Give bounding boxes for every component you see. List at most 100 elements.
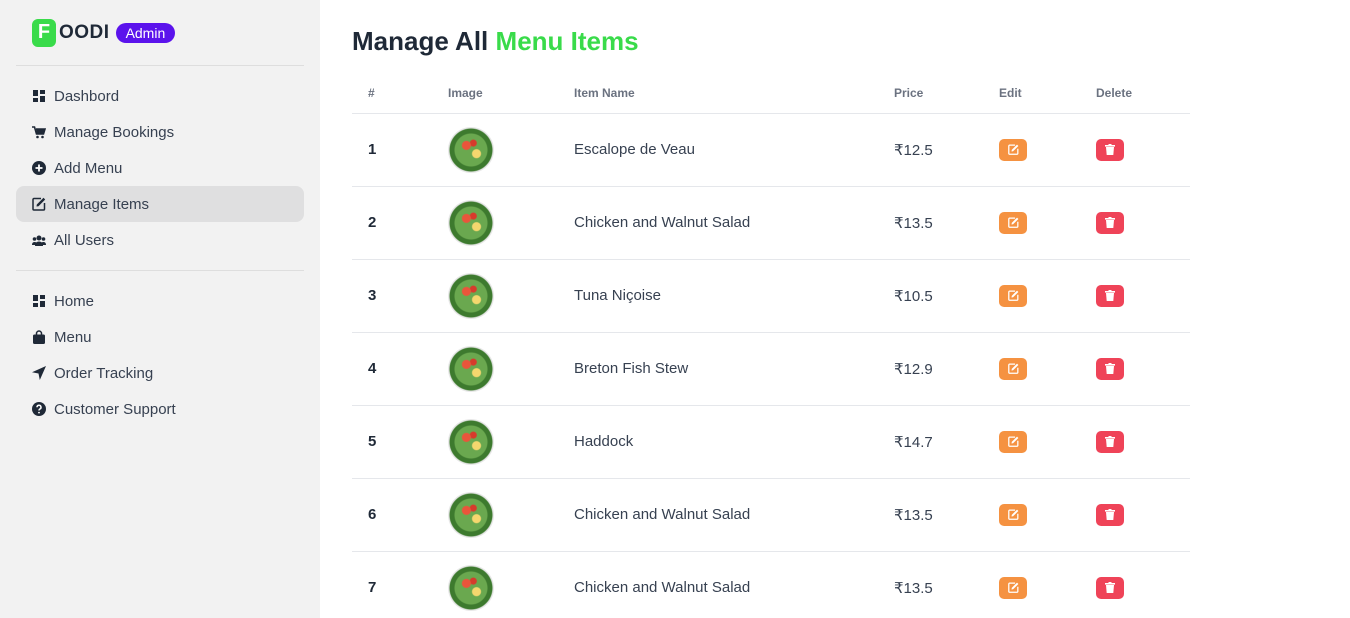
edit-button[interactable] <box>999 284 1027 307</box>
item-name: Tuna Niçoise <box>574 259 894 333</box>
cart-icon <box>32 125 46 139</box>
bag-icon <box>32 330 46 344</box>
sidebar-item-label: Manage Bookings <box>54 123 175 141</box>
sidebar-item-dashboard[interactable]: Dashbord <box>16 78 304 114</box>
sidebar-item-manage-items[interactable]: Manage Items <box>16 186 304 222</box>
brand[interactable]: F OODI Admin <box>16 0 304 66</box>
edit-button[interactable] <box>999 576 1027 599</box>
sidebar-item-label: Menu <box>54 328 92 346</box>
table-row: 3 Tuna Niçoise ₹10.5 <box>352 259 1190 333</box>
sidebar-item-home[interactable]: Home <box>16 283 304 319</box>
edit-button[interactable] <box>999 211 1027 234</box>
item-price: ₹12.5 <box>894 113 999 187</box>
trash-icon <box>1105 509 1115 520</box>
plus-circle-icon <box>32 161 46 175</box>
row-number: 4 <box>352 332 448 406</box>
admin-badge: Admin <box>115 22 176 43</box>
edit-button[interactable] <box>999 430 1027 453</box>
row-number: 3 <box>352 259 448 333</box>
edit-icon <box>1007 217 1018 228</box>
item-price: ₹10.5 <box>894 259 999 333</box>
delete-button[interactable] <box>1096 211 1124 234</box>
sidebar-item-manage-bookings[interactable]: Manage Bookings <box>16 114 304 150</box>
delete-button[interactable] <box>1096 576 1124 599</box>
item-name: Breton Fish Stew <box>574 332 894 406</box>
edit-icon <box>1007 436 1018 447</box>
edit-icon <box>32 197 46 211</box>
table-row: 7 Chicken and Walnut Salad ₹13.5 <box>352 551 1190 618</box>
dashboard-icon <box>32 294 46 308</box>
users-icon <box>32 233 46 247</box>
sidebar-item-customer-support[interactable]: Customer Support <box>16 391 304 427</box>
page-title: Manage All Menu Items <box>352 26 1192 57</box>
edit-icon <box>1007 290 1018 301</box>
item-name: Escalope de Veau <box>574 113 894 187</box>
column-header-item-name: Item Name <box>574 73 894 114</box>
edit-button[interactable] <box>999 357 1027 380</box>
sidebar-item-all-users[interactable]: All Users <box>16 222 304 258</box>
delete-button[interactable] <box>1096 138 1124 161</box>
item-name: Chicken and Walnut Salad <box>574 186 894 260</box>
item-name: Chicken and Walnut Salad <box>574 478 894 552</box>
food-thumbnail <box>448 272 494 319</box>
page-title-accent: Menu Items <box>495 26 639 56</box>
delete-button[interactable] <box>1096 430 1124 453</box>
trash-icon <box>1105 436 1115 447</box>
trash-icon <box>1105 217 1115 228</box>
row-number: 7 <box>352 551 448 618</box>
question-circle-icon <box>32 402 46 416</box>
table-header-row: # Image Item Name Price Edit Delete <box>352 73 1190 114</box>
item-name: Haddock <box>574 405 894 479</box>
edit-icon <box>1007 509 1018 520</box>
edit-button[interactable] <box>999 138 1027 161</box>
food-thumbnail <box>448 418 494 465</box>
edit-icon <box>1007 582 1018 593</box>
delete-button[interactable] <box>1096 503 1124 526</box>
food-thumbnail <box>448 199 494 246</box>
row-number: 6 <box>352 478 448 552</box>
trash-icon <box>1105 290 1115 301</box>
row-number: 5 <box>352 405 448 479</box>
sidebar-item-label: Customer Support <box>54 400 176 418</box>
sidebar-item-label: Home <box>54 292 95 310</box>
logo-mark: F <box>32 18 56 47</box>
column-header-delete: Delete <box>1096 73 1190 114</box>
food-thumbnail <box>448 564 494 611</box>
table-row: 4 Breton Fish Stew ₹12.9 <box>352 332 1190 406</box>
edit-icon <box>1007 363 1018 374</box>
column-header-image: Image <box>448 73 574 114</box>
edit-button[interactable] <box>999 503 1027 526</box>
sidebar: F OODI Admin Dashbord Manage Bookings Ad… <box>0 0 320 618</box>
table-row: 6 Chicken and Walnut Salad ₹13.5 <box>352 478 1190 552</box>
item-price: ₹14.7 <box>894 405 999 479</box>
trash-icon <box>1105 582 1115 593</box>
dashboard-icon <box>32 89 46 103</box>
menu-items-table: # Image Item Name Price Edit Delete 1 Es… <box>352 73 1190 618</box>
page-title-prefix: Manage All <box>352 26 489 56</box>
delete-button[interactable] <box>1096 357 1124 380</box>
delete-button[interactable] <box>1096 284 1124 307</box>
sidebar-item-order-tracking[interactable]: Order Tracking <box>16 355 304 391</box>
item-price: ₹13.5 <box>894 478 999 552</box>
row-number: 1 <box>352 113 448 187</box>
column-header-price: Price <box>894 73 999 114</box>
column-header-number: # <box>352 73 448 114</box>
item-price: ₹12.9 <box>894 332 999 406</box>
sidebar-item-label: Order Tracking <box>54 364 154 382</box>
location-arrow-icon <box>32 366 46 380</box>
nav-divider <box>16 270 304 271</box>
trash-icon <box>1105 144 1115 155</box>
column-header-edit: Edit <box>999 73 1096 114</box>
item-name: Chicken and Walnut Salad <box>574 551 894 618</box>
table-row: 2 Chicken and Walnut Salad ₹13.5 <box>352 186 1190 260</box>
sidebar-item-label: All Users <box>54 231 115 249</box>
edit-icon <box>1007 144 1018 155</box>
logo-text: OODI <box>59 21 110 43</box>
food-thumbnail <box>448 126 494 173</box>
sidebar-item-label: Dashbord <box>54 87 120 105</box>
food-thumbnail <box>448 345 494 392</box>
item-price: ₹13.5 <box>894 186 999 260</box>
sidebar-item-menu[interactable]: Menu <box>16 319 304 355</box>
trash-icon <box>1105 363 1115 374</box>
sidebar-item-add-menu[interactable]: Add Menu <box>16 150 304 186</box>
